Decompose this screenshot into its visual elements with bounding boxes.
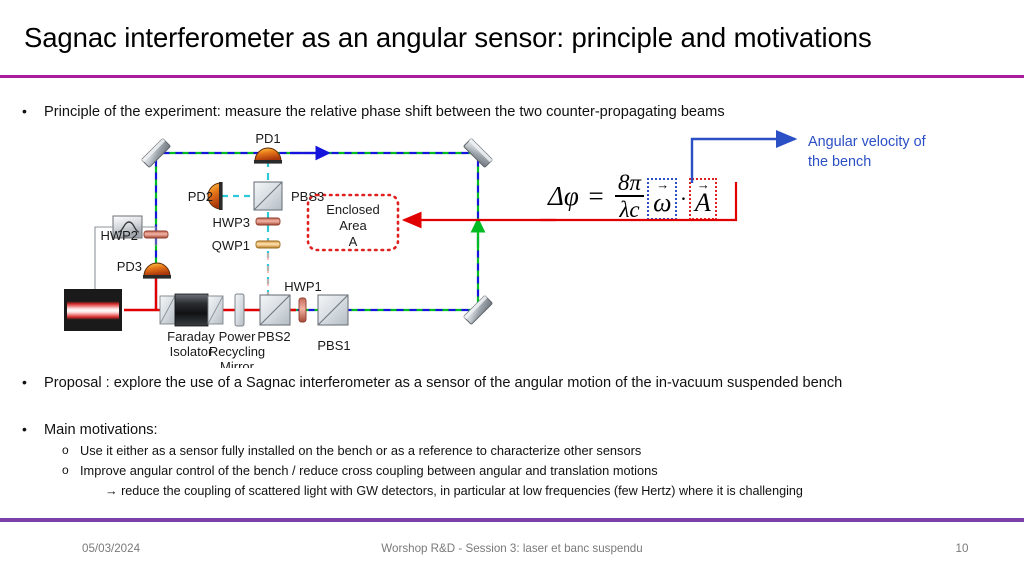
sub-bullet-use-sensor-text: Use it either as a sensor fully installe… — [80, 443, 642, 458]
label-faraday-1: Faraday — [167, 329, 215, 344]
label-prm-2: Recycling — [209, 344, 265, 359]
bullet-marker: • — [22, 421, 27, 437]
pd1-photodiode — [254, 147, 282, 164]
qwp1-waveplate — [255, 240, 281, 249]
label-faraday-2: Isolator — [170, 344, 213, 359]
label-hwp3: HWP3 — [212, 215, 250, 230]
label-enclosed-2: Area — [339, 218, 367, 233]
red-arrow-to-enclosed-area — [401, 211, 556, 229]
sub-bullet-use-sensor: o Use it either as a sensor fully instal… — [62, 443, 641, 459]
bullet-marker: • — [22, 103, 27, 119]
power-recycling-mirror — [234, 293, 245, 327]
label-qwp1: QWP1 — [212, 238, 250, 253]
footer-page-number: 10 — [955, 542, 969, 555]
callout-line-1: Angular velocity of — [808, 134, 926, 150]
blue-callout-arrow — [690, 129, 798, 183]
optical-setup-diagram: PD1 PD2 PD3 PBS3 HWP3 QWP1 HWP2 HWP1 PBS… — [60, 128, 540, 368]
bullet-marker: • — [22, 374, 27, 390]
laser-source — [64, 289, 122, 331]
bullet-proposal-text: Proposal : explore the use of a Sagnac i… — [44, 375, 843, 391]
pbs1-beamsplitter — [317, 294, 349, 326]
sub-bullet-marker: o — [62, 463, 69, 477]
sub-bullet-marker: o — [62, 443, 69, 457]
label-prm-1: Power — [219, 329, 257, 344]
hwp2-waveplate — [143, 230, 169, 239]
bullet-motivations-text: Main motivations: — [44, 422, 158, 438]
pbs2-beamsplitter — [259, 294, 291, 326]
label-enclosed-1: Enclosed — [326, 202, 379, 217]
label-enclosed-3: A — [349, 234, 358, 249]
label-pbs3: PBS3 — [291, 189, 324, 204]
label-pd2: PD2 — [188, 189, 213, 204]
sub-bullet-improve-control: o Improve angular control of the bench /… — [62, 463, 658, 479]
label-hwp2: HWP2 — [100, 228, 138, 243]
label-prm-3: Mirror — [220, 359, 255, 368]
bullet-proposal: • Proposal : explore the use of a Sagnac… — [22, 374, 842, 392]
footer-divider — [0, 518, 1024, 522]
label-pd3: PD3 — [117, 259, 142, 274]
label-pbs1: PBS1 — [317, 338, 350, 353]
hwp3-waveplate — [255, 217, 281, 226]
sub-bullet-reduce-scattered-light: → reduce the coupling of scattered light… — [105, 484, 803, 498]
bullet-main-motivations: • Main motivations: — [22, 421, 158, 439]
bullet-principle-text: Principle of the experiment: measure the… — [44, 104, 725, 120]
label-pbs2: PBS2 — [257, 329, 290, 344]
title-divider — [0, 75, 1024, 78]
pd3-photodiode — [143, 262, 171, 279]
page-title: Sagnac interferometer as an angular sens… — [24, 22, 872, 53]
faraday-isolator — [159, 293, 224, 327]
pbs3-beamsplitter — [253, 181, 283, 211]
sub-bullet-improve-text: Improve angular control of the bench / r… — [80, 463, 658, 478]
bullet-principle: • Principle of the experiment: measure t… — [22, 103, 725, 121]
callout-line-2: the bench — [808, 153, 872, 170]
callout-angular-velocity: Angular velocity of the bench — [808, 133, 1008, 172]
label-hwp1: HWP1 — [284, 279, 322, 294]
hwp1-waveplate — [298, 297, 307, 323]
label-pd1: PD1 — [255, 131, 280, 146]
red-callout-arrow — [540, 182, 738, 222]
